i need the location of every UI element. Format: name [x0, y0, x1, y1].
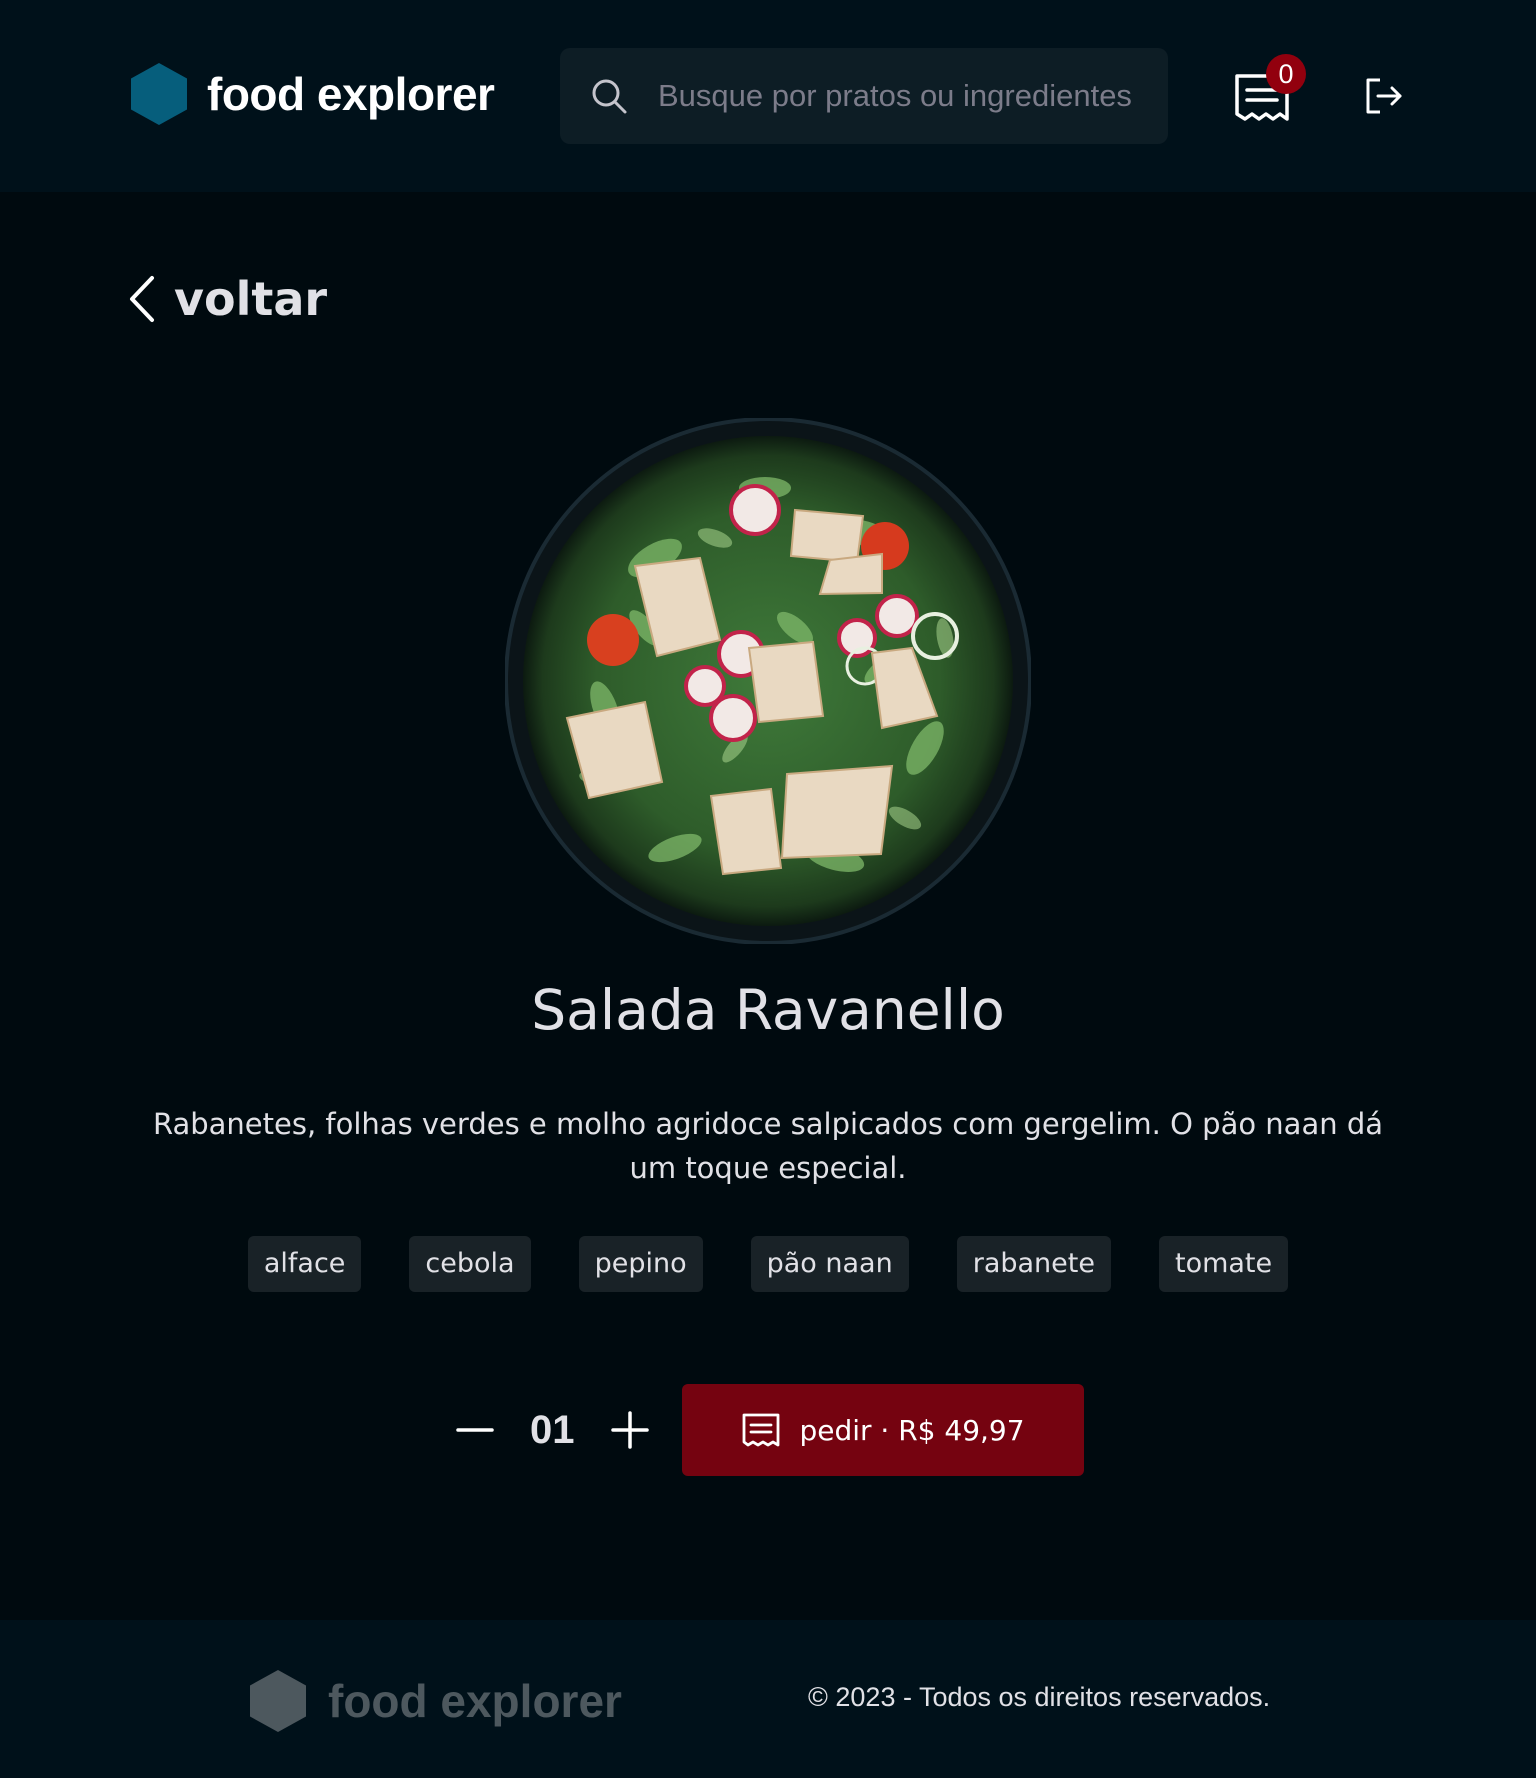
- ingredient-tag: alface: [247, 1236, 362, 1292]
- sign-out-icon[interactable]: [1364, 76, 1404, 116]
- orders-button[interactable]: 0: [1234, 54, 1306, 130]
- logo-text: food explorer: [207, 68, 495, 120]
- ingredient-tag: pão naan: [750, 1236, 909, 1292]
- hexagon-icon: [250, 1670, 306, 1732]
- plus-icon[interactable]: [609, 1409, 651, 1451]
- footer-logo-text: food explorer: [328, 1675, 622, 1727]
- dish-title: Salada Ravanello: [531, 978, 1005, 1042]
- order-button-label: pedir · R$ 49,97: [799, 1413, 1025, 1447]
- footer-logo: food explorer: [250, 1670, 622, 1732]
- chevron-left-icon: [130, 276, 154, 322]
- copyright-text: © 2023 - Todos os direitos reservados.: [808, 1682, 1271, 1712]
- ingredient-tag: cebola: [409, 1236, 531, 1292]
- ingredient-tag: tomate: [1158, 1236, 1289, 1292]
- hexagon-icon: [131, 63, 187, 125]
- dish-image: [505, 418, 1031, 944]
- ingredient-tags: alface cebola pepino pão naan rabanete t…: [0, 1236, 1536, 1292]
- ingredient-tag: rabanete: [956, 1236, 1111, 1292]
- minus-icon[interactable]: [454, 1409, 496, 1451]
- receipt-icon: [743, 1413, 780, 1447]
- order-button[interactable]: pedir · R$ 49,97: [682, 1384, 1084, 1476]
- logo[interactable]: food explorer: [131, 63, 495, 125]
- search-input[interactable]: [658, 78, 1158, 114]
- footer: food explorer © 2023 - Todos os direitos…: [0, 1620, 1536, 1778]
- search-bar: [560, 48, 1168, 144]
- quantity-value: 01: [530, 1407, 575, 1452]
- back-link[interactable]: voltar: [126, 272, 327, 326]
- dish-description: Rabanetes, folhas verdes e molho agridoc…: [152, 1107, 1384, 1185]
- search-icon: [592, 79, 627, 114]
- header: food explorer 0: [0, 0, 1536, 192]
- orders-count-badge: 0: [1266, 54, 1306, 94]
- quantity-stepper: 01: [454, 1396, 651, 1464]
- back-label: voltar: [174, 272, 328, 326]
- ingredient-tag: pepino: [578, 1236, 703, 1292]
